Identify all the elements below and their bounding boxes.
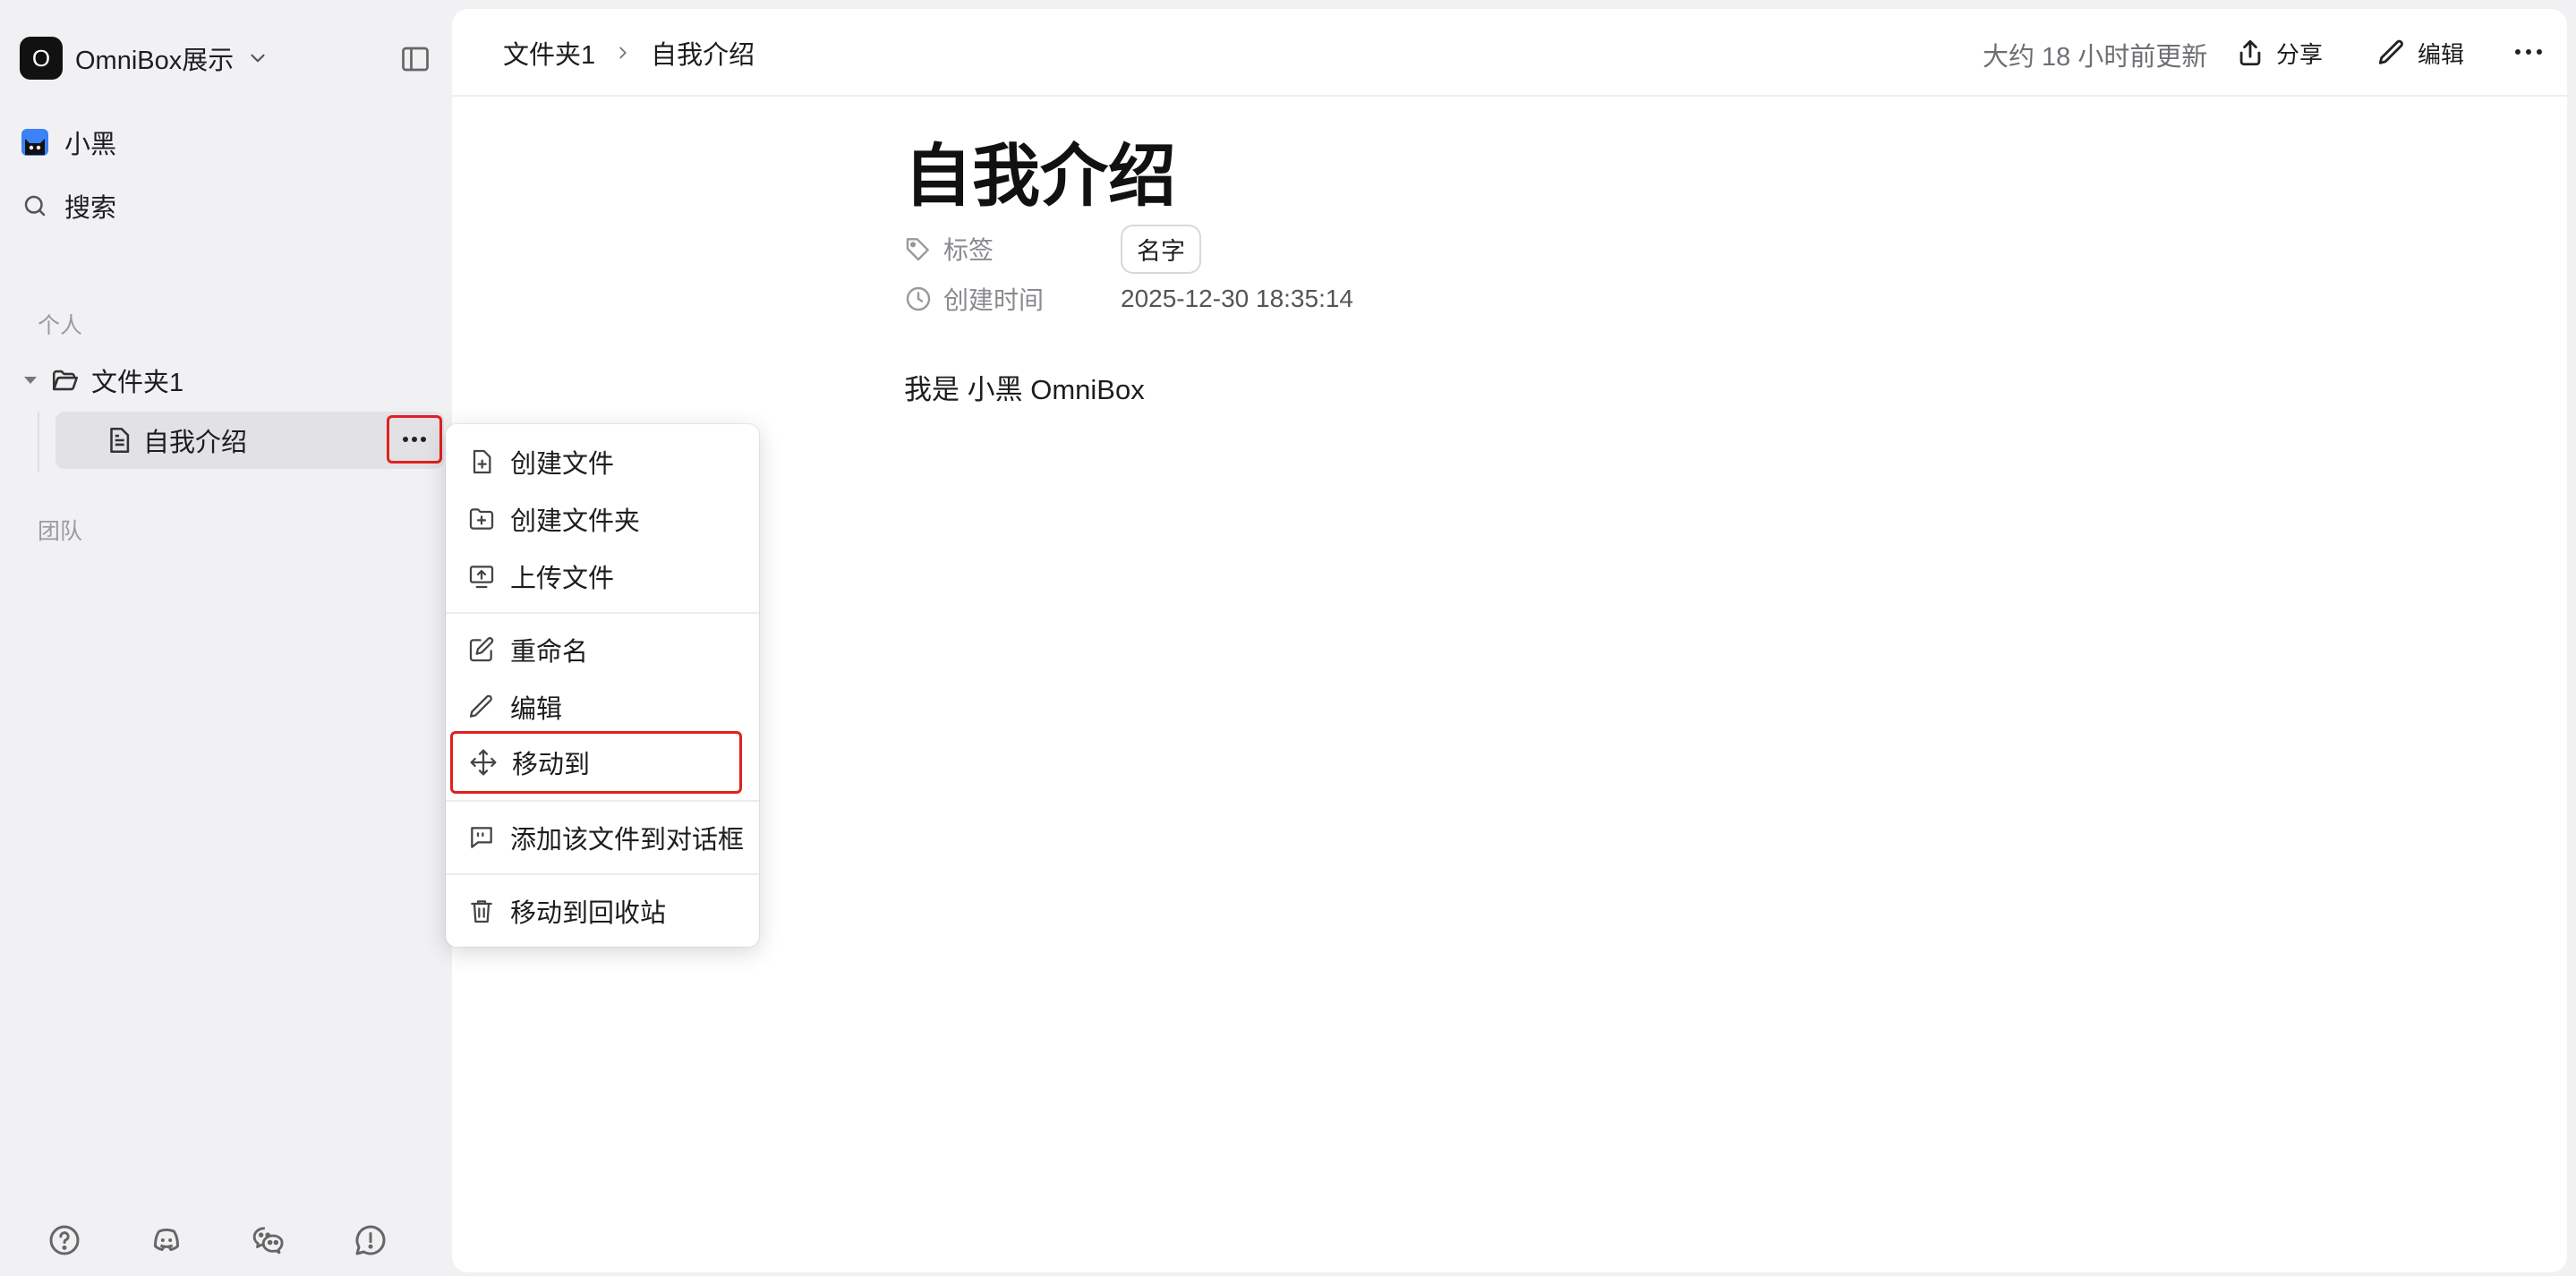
menu-label: 编辑 xyxy=(510,695,563,724)
folder-open-icon xyxy=(52,370,79,391)
last-updated-text: 大约 18 小时前更新 xyxy=(1983,43,2208,72)
sidebar-footer xyxy=(47,1222,388,1258)
meta-tags-row: 标签 名字 xyxy=(904,224,1201,274)
context-menu: 创建文件 创建文件夹 上传文件 重命名 编辑 移动到 添加该文件到对话框 移动到… xyxy=(446,424,759,947)
breadcrumb-folder[interactable]: 文件夹1 xyxy=(503,34,595,72)
menu-label: 移动到 xyxy=(512,751,591,779)
menu-item-create-folder[interactable]: 创建文件夹 xyxy=(451,492,754,546)
search-label: 搜索 xyxy=(64,194,117,223)
menu-item-create-file[interactable]: 创建文件 xyxy=(451,435,754,489)
trash-icon xyxy=(471,900,492,923)
sidebar-item-folder1[interactable]: 文件夹1 xyxy=(21,358,183,403)
sidebar-item-self-intro[interactable]: 自我介绍 xyxy=(55,412,444,469)
more-horizontal-icon xyxy=(403,437,426,442)
tag-chip[interactable]: 名字 xyxy=(1121,224,1201,274)
document-icon xyxy=(110,427,130,454)
breadcrumb-current: 自我介绍 xyxy=(651,41,755,70)
document-title[interactable]: 自我介绍 xyxy=(904,121,1176,219)
pencil-icon xyxy=(2378,39,2403,64)
share-label: 分享 xyxy=(2276,40,2324,68)
menu-item-upload-file[interactable]: 上传文件 xyxy=(451,549,754,603)
meta-created-row: 创建时间 2025-12-30 18:35:14 xyxy=(904,277,1353,320)
menu-label: 移动到回收站 xyxy=(510,899,667,928)
workspace-badge: O xyxy=(20,37,63,80)
chevron-right-icon xyxy=(619,47,627,59)
tag-icon xyxy=(906,238,929,261)
menu-item-rename[interactable]: 重命名 xyxy=(451,623,754,676)
chat-quote-icon xyxy=(471,827,492,848)
more-horizontal-icon[interactable] xyxy=(2511,43,2546,61)
meta-created-value: 2025-12-30 18:35:14 xyxy=(1121,285,1353,312)
share-button[interactable]: 分享 xyxy=(2235,30,2323,75)
document-body[interactable]: 我是 小黑 OmniBox xyxy=(904,367,1145,407)
file-more-button[interactable] xyxy=(387,415,442,464)
tree-guide-line xyxy=(38,412,39,472)
menu-label: 创建文件 xyxy=(510,450,615,479)
caret-down-icon[interactable] xyxy=(21,371,39,389)
breadcrumb: 文件夹1 自我介绍 xyxy=(503,34,755,72)
edit-button[interactable]: 编辑 xyxy=(2376,30,2464,75)
share-icon xyxy=(2239,39,2261,66)
workspace-switcher[interactable]: O OmniBox展示 xyxy=(20,36,269,81)
clock-icon xyxy=(906,286,931,311)
app-window: O OmniBox展示 小黑 搜索 个人 文件夹1 自我介绍 团队 文件夹1 自… xyxy=(0,0,2576,1276)
discord-icon[interactable] xyxy=(149,1222,184,1258)
folder-label: 文件夹1 xyxy=(91,369,184,397)
menu-item-move-to[interactable]: 移动到 xyxy=(450,731,742,794)
file-plus-icon xyxy=(473,449,491,474)
menu-label: 重命名 xyxy=(510,638,589,667)
menu-divider xyxy=(446,800,759,802)
menu-divider xyxy=(446,612,759,614)
edit-label: 编辑 xyxy=(2418,40,2465,68)
wechat-icon[interactable] xyxy=(251,1222,286,1258)
section-personal: 个人 xyxy=(38,313,83,338)
workspace-name: OmniBox展示 xyxy=(75,47,235,75)
chevron-down-icon xyxy=(251,54,265,63)
menu-label: 创建文件夹 xyxy=(510,507,641,536)
feedback-icon[interactable] xyxy=(353,1222,388,1258)
meta-tags-key: 标签 xyxy=(943,236,994,264)
edit-box-icon xyxy=(469,637,494,662)
avatar xyxy=(20,127,50,157)
sidebar: O OmniBox展示 小黑 搜索 个人 文件夹1 自我介绍 团队 xyxy=(0,0,452,1276)
user-profile-item[interactable]: 小黑 xyxy=(20,120,116,165)
menu-label: 添加该文件到对话框 xyxy=(510,826,745,855)
user-name: 小黑 xyxy=(64,131,117,159)
menu-label: 上传文件 xyxy=(510,565,615,593)
menu-divider xyxy=(446,873,759,875)
menu-item-move-to-trash[interactable]: 移动到回收站 xyxy=(451,884,754,938)
pencil-icon xyxy=(469,694,492,718)
section-team: 团队 xyxy=(38,519,83,544)
search-item[interactable]: 搜索 xyxy=(20,183,116,228)
help-icon[interactable] xyxy=(47,1222,82,1258)
meta-created-key: 创建时间 xyxy=(943,286,1045,314)
sidebar-toggle-icon[interactable] xyxy=(399,43,431,75)
move-icon xyxy=(470,749,497,776)
main-panel: 文件夹1 自我介绍 大约 18 小时前更新 分享 编辑 自我介绍 标签 名字 创… xyxy=(452,9,2567,1272)
folder-plus-icon xyxy=(469,508,494,530)
topbar: 文件夹1 自我介绍 大约 18 小时前更新 分享 编辑 xyxy=(452,9,2567,97)
menu-item-add-to-chat[interactable]: 添加该文件到对话框 xyxy=(451,811,754,864)
search-icon xyxy=(20,191,50,221)
menu-item-edit[interactable]: 编辑 xyxy=(451,680,754,734)
upload-icon xyxy=(469,566,494,589)
file-label: 自我介绍 xyxy=(143,429,248,457)
